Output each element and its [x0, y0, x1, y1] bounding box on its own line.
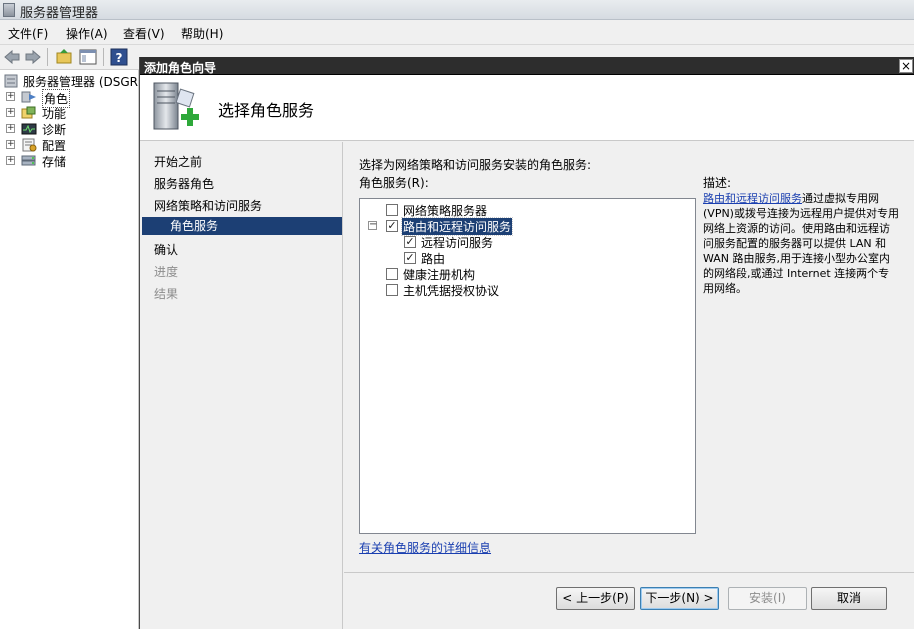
server-manager-icon	[3, 3, 15, 17]
more-info-link[interactable]: 有关角色服务的详细信息	[359, 539, 491, 556]
help-icon[interactable]: ?	[110, 48, 128, 66]
checkbox-nps[interactable]	[386, 204, 398, 216]
list-item[interactable]: ✓ 远程访问服务	[360, 234, 695, 250]
back-arrow-icon[interactable]	[3, 48, 21, 66]
add-roles-wizard-dialog: 添加角色向导 × 选择角色服务 开始之前 服务器角色 网络策略和访问服务 角色服…	[139, 57, 914, 629]
role-label: 路由和远程访问服务	[400, 217, 514, 236]
step-results: 结果	[154, 287, 179, 301]
list-item[interactable]: 主机凭据授权协议	[360, 282, 695, 298]
list-item[interactable]: − ✓ 路由和远程访问服务	[360, 217, 695, 236]
description-link[interactable]: 路由和远程访问服务	[703, 192, 802, 205]
tree-root-label: 服务器管理器 (DSGRD	[23, 75, 148, 89]
checkbox-remote-access[interactable]: ✓	[404, 236, 416, 248]
expand-icon[interactable]: +	[6, 140, 15, 149]
checkbox-hcap[interactable]	[386, 284, 398, 296]
expand-icon[interactable]: +	[6, 156, 15, 165]
show-hide-tree-icon[interactable]	[79, 48, 97, 66]
wizard-button-bar: < 上一步(P) 下一步(N) > 安装(I) 取消	[344, 572, 914, 629]
tree-item-label: 功能	[42, 107, 67, 121]
collapse-icon[interactable]: −	[368, 220, 377, 230]
step-before-you-begin[interactable]: 开始之前	[154, 153, 202, 170]
step-progress: 进度	[154, 265, 179, 279]
toolbar-separator	[103, 48, 104, 66]
instruction-text: 选择为网络策略和访问服务安装的角色服务:	[359, 158, 592, 172]
step-nps[interactable]: 网络策略和访问服务	[154, 197, 262, 214]
app-title: 服务器管理器	[20, 6, 99, 21]
up-folder-icon[interactable]	[55, 48, 73, 66]
close-button[interactable]: ×	[899, 59, 913, 73]
description-body: 通过虚拟专用网(VPN)或拨号连接为远程用户提供对专用网络上资源的访问。使用路由…	[703, 192, 899, 295]
list-item[interactable]: 健康注册机构	[360, 266, 695, 282]
page-title: 选择角色服务	[218, 101, 315, 120]
menu-file[interactable]: 文件(F)	[8, 25, 48, 42]
tree-item-features[interactable]: + 功能	[0, 105, 139, 121]
expand-icon[interactable]: +	[6, 108, 15, 117]
back-button[interactable]: < 上一步(P)	[556, 587, 635, 610]
expand-icon[interactable]: +	[6, 92, 15, 101]
menu-help[interactable]: 帮助(H)	[181, 25, 223, 42]
wizard-titlebar: 添加角色向导 ×	[140, 57, 914, 75]
forward-arrow-icon[interactable]	[24, 48, 42, 66]
tree-item-configuration[interactable]: + 配置	[0, 137, 139, 153]
role-label: 远程访问服务	[421, 236, 494, 250]
tree-root[interactable]: 服务器管理器 (DSGRD	[0, 73, 147, 89]
server-manager-window: 服务器管理器 文件(F) 操作(A) 查看(V) 帮助(H) ? 服务器管理器 …	[0, 0, 914, 629]
menu-view[interactable]: 查看(V)	[123, 25, 165, 42]
configuration-icon	[21, 138, 37, 152]
role-label: 健康注册机构	[403, 268, 476, 282]
wizard-title: 添加角色向导	[144, 61, 217, 75]
wizard-content: 选择为网络策略和访问服务安装的角色服务: 角色服务(R): 网络策略服务器 − …	[344, 142, 914, 572]
role-label: 主机凭据授权协议	[403, 284, 500, 298]
server-icon	[3, 74, 19, 88]
tree-item-storage[interactable]: + 存储	[0, 153, 139, 169]
navigation-tree: 服务器管理器 (DSGRD + 角色 + 功能 + 诊断 + 配置 + 存储	[0, 70, 147, 629]
role-label: 路由	[421, 252, 446, 266]
checkbox-routing[interactable]: ✓	[404, 252, 416, 264]
wizard-steps: 开始之前 服务器角色 网络策略和访问服务 角色服务 确认 进度 结果	[140, 142, 343, 629]
cancel-button[interactable]: 取消	[811, 587, 887, 610]
storage-icon	[21, 154, 37, 168]
role-services-list[interactable]: 网络策略服务器 − ✓ 路由和远程访问服务 ✓ 远程访问服务 ✓ 路由 健康注册…	[359, 198, 696, 534]
step-server-roles[interactable]: 服务器角色	[154, 175, 214, 192]
install-button: 安装(I)	[728, 587, 807, 610]
list-item[interactable]: 网络策略服务器	[360, 202, 695, 218]
checkbox-rras[interactable]: ✓	[386, 220, 398, 232]
list-item[interactable]: ✓ 路由	[360, 250, 695, 266]
role-services-label: 角色服务(R):	[359, 176, 429, 190]
description-text: 路由和远程访问服务通过虚拟专用网(VPN)或拨号连接为远程用户提供对专用网络上资…	[703, 191, 899, 296]
tree-item-roles[interactable]: + 角色	[0, 89, 139, 108]
server-add-icon	[151, 81, 201, 135]
role-label: 网络策略服务器	[403, 204, 488, 218]
next-button[interactable]: 下一步(N) >	[640, 587, 719, 610]
tree-item-label: 配置	[42, 139, 67, 153]
tree-item-label: 诊断	[42, 123, 67, 137]
tree-item-label: 存储	[42, 155, 67, 169]
step-confirmation[interactable]: 确认	[154, 241, 178, 258]
description-label: 描述:	[703, 176, 732, 190]
expand-icon[interactable]: +	[6, 124, 15, 133]
toolbar-separator	[47, 48, 48, 66]
menu-action[interactable]: 操作(A)	[66, 25, 108, 42]
app-titlebar: 服务器管理器	[0, 0, 914, 21]
svg-text:?: ?	[116, 51, 123, 65]
features-icon	[21, 106, 37, 120]
roles-icon	[21, 90, 37, 104]
diagnostics-icon	[21, 122, 37, 136]
tree-item-diagnostics[interactable]: + 诊断	[0, 121, 139, 137]
checkbox-hra[interactable]	[386, 268, 398, 280]
menu-bar: 文件(F) 操作(A) 查看(V) 帮助(H)	[0, 20, 914, 44]
wizard-header: 选择角色服务	[140, 75, 914, 141]
step-role-services[interactable]: 角色服务	[142, 217, 342, 235]
